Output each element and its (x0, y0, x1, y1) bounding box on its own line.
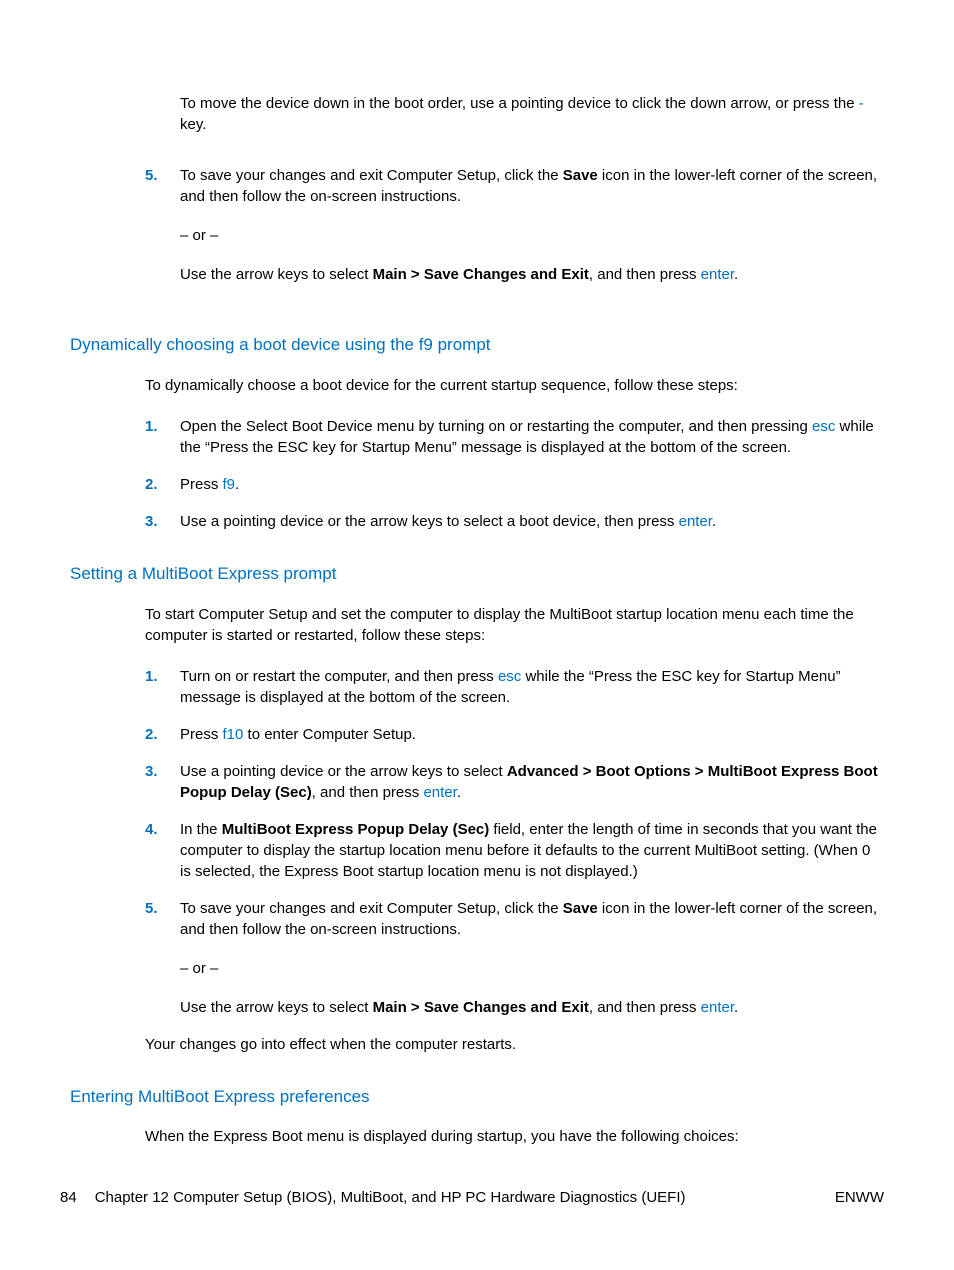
body-text: To save your changes and exit Computer S… (180, 898, 884, 940)
bold-text: Main > Save Changes and Exit (373, 999, 589, 1016)
section-heading-multiboot-prompt: Setting a MultiBoot Express prompt (70, 562, 884, 586)
body-text: To dynamically choose a boot device for … (145, 375, 884, 396)
body-text: In the MultiBoot Express Popup Delay (Se… (180, 819, 884, 882)
section-heading-multiboot-prefs: Entering MultiBoot Express preferences (70, 1085, 884, 1109)
list-item: 1. Turn on or restart the computer, and … (145, 666, 884, 708)
body-text: Turn on or restart the computer, and the… (180, 666, 884, 708)
section-heading-f9: Dynamically choosing a boot device using… (70, 333, 884, 357)
body-text: Use a pointing device or the arrow keys … (180, 511, 884, 532)
bold-text: Save (563, 167, 598, 184)
list-item: 2. Press f9. (145, 474, 884, 495)
body-text: When the Express Boot menu is displayed … (145, 1126, 884, 1147)
key-esc: esc (812, 418, 835, 435)
step-number: 5. (145, 898, 158, 919)
list-item: 1. Open the Select Boot Device menu by t… (145, 416, 884, 458)
list-item: 5. To save your changes and exit Compute… (145, 898, 884, 1018)
page-footer: 84 Chapter 12 Computer Setup (BIOS), Mult… (60, 1187, 884, 1208)
list-item: 3. Use a pointing device or the arrow ke… (145, 761, 884, 803)
body-text: Use the arrow keys to select Main > Save… (180, 264, 884, 285)
bold-text: Main > Save Changes and Exit (373, 266, 589, 283)
list-item: 4. In the MultiBoot Express Popup Delay … (145, 819, 884, 882)
section-intro: When the Express Boot menu is displayed … (145, 1126, 884, 1147)
footer-right: ENWW (835, 1187, 884, 1208)
key-f10: f10 (223, 726, 244, 743)
body-text: To start Computer Setup and set the comp… (145, 604, 884, 646)
section-intro: To start Computer Setup and set the comp… (145, 604, 884, 646)
step-list: 1. Turn on or restart the computer, and … (145, 666, 884, 1018)
footer-left: 84 Chapter 12 Computer Setup (BIOS), Mult… (60, 1187, 685, 1208)
step-number: 1. (145, 416, 158, 437)
key-enter: enter (679, 513, 712, 530)
document-page: To move the device down in the boot orde… (0, 0, 954, 1270)
key-enter: enter (423, 784, 456, 801)
section-intro: To dynamically choose a boot device for … (145, 375, 884, 396)
step-number: 5. (145, 165, 158, 186)
section-outro: Your changes go into effect when the com… (145, 1034, 884, 1055)
bold-text: Save (563, 900, 598, 917)
body-text: Press f9. (180, 474, 884, 495)
body-text: Your changes go into effect when the com… (145, 1034, 884, 1055)
step-number: 2. (145, 474, 158, 495)
chapter-title: Chapter 12 Computer Setup (BIOS), MultiB… (95, 1189, 686, 1206)
body-text: Use the arrow keys to select Main > Save… (180, 997, 884, 1018)
bold-text: MultiBoot Express Popup Delay (Sec) (222, 821, 490, 838)
body-text: Open the Select Boot Device menu by turn… (180, 416, 884, 458)
body-text: To save your changes and exit Computer S… (180, 165, 884, 207)
body-text: To move the device down in the boot orde… (180, 93, 884, 135)
key-f9: f9 (223, 476, 236, 493)
step-number: 3. (145, 511, 158, 532)
or-separator: – or – (180, 225, 884, 246)
step-list: 1. Open the Select Boot Device menu by t… (145, 416, 884, 532)
key-enter: enter (701, 266, 734, 283)
list-item: 2. Press f10 to enter Computer Setup. (145, 724, 884, 745)
or-separator: – or – (180, 958, 884, 979)
page-number: 84 (60, 1189, 77, 1206)
step-number: 1. (145, 666, 158, 687)
list-item: 3. Use a pointing device or the arrow ke… (145, 511, 884, 532)
key-enter: enter (701, 999, 734, 1016)
step-list-continued: 5. To save your changes and exit Compute… (145, 165, 884, 285)
step-number: 3. (145, 761, 158, 782)
step-number: 4. (145, 819, 158, 840)
body-text: Press f10 to enter Computer Setup. (180, 724, 884, 745)
key-esc: esc (498, 668, 521, 685)
step-number: 2. (145, 724, 158, 745)
key-minus: - (859, 95, 864, 112)
body-text: Use a pointing device or the arrow keys … (180, 761, 884, 803)
list-item: 5. To save your changes and exit Compute… (145, 165, 884, 285)
intro-paragraph: To move the device down in the boot orde… (180, 93, 884, 135)
